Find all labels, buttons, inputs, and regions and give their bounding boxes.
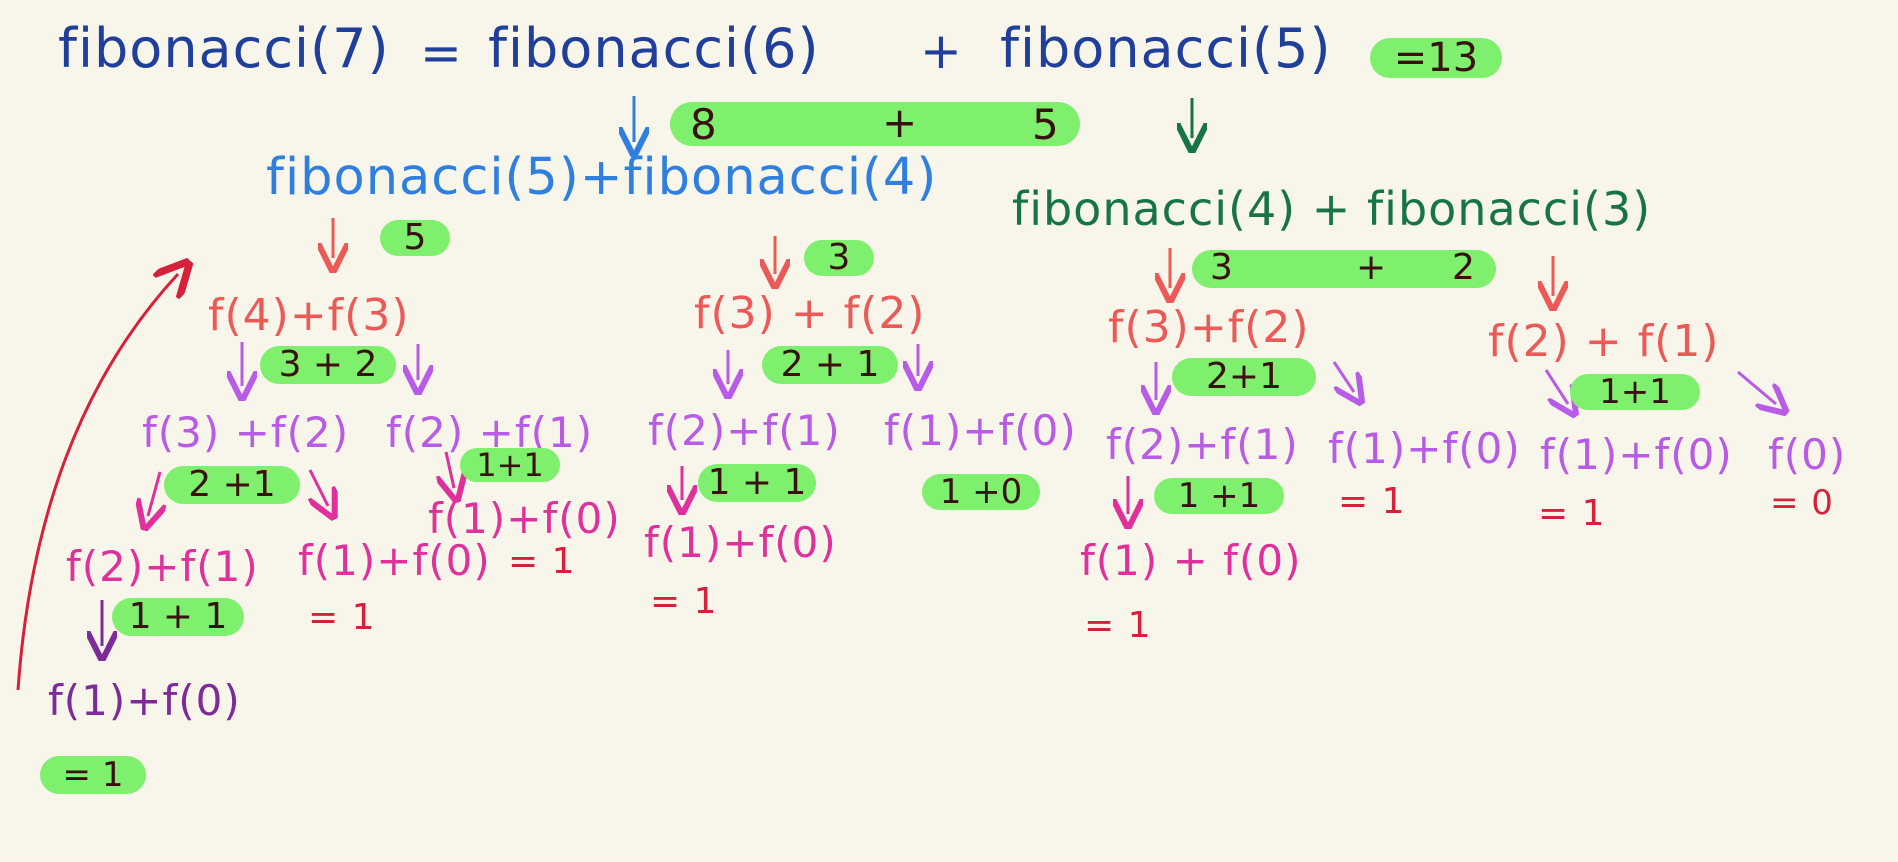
level2-result-c-plus: +	[1356, 247, 1388, 288]
level3-sum-1: 3 + 2	[260, 346, 396, 384]
level3-sum-3: 2+1	[1172, 358, 1316, 396]
level5-value-2: = 1	[308, 597, 376, 638]
level2-result-a: 5	[380, 220, 450, 256]
top-sum-plus: +	[882, 98, 919, 147]
level4-node-3: f(2)+f(1)	[648, 406, 841, 455]
level4-node-8: f(0)	[1768, 430, 1847, 479]
level2-result-c-a: 3	[1210, 247, 1234, 288]
level5-node-5: f(1) + f(0)	[1080, 536, 1302, 585]
top-term-a: fibonacci(6)	[488, 17, 820, 80]
level2-right: fibonacci(4) + fibonacci(3)	[1012, 182, 1652, 236]
level4-node-1: f(3) +f(2)	[142, 408, 350, 457]
arrow-pink-3	[446, 451, 454, 488]
top-sum-a: 8	[690, 100, 718, 149]
whiteboard: fibonacci(7) = fibonacci(6) + fibonacci(…	[0, 0, 1898, 862]
level4-value-8: = 0	[1770, 483, 1834, 523]
level5-value-4: = 1	[650, 581, 718, 622]
top-lhs: fibonacci(7)	[58, 17, 390, 80]
level4-node-7: f(1)+f(0)	[1540, 430, 1733, 479]
level3-node-3: f(3)+f(2)	[1108, 302, 1310, 353]
level2-result-b: 3	[804, 240, 874, 276]
level3-node-1: f(4)+f(3)	[208, 290, 410, 341]
level3-node-2: f(3) + f(2)	[694, 288, 926, 339]
arrow-pink-2	[310, 469, 328, 506]
level2-result-c-b: 2	[1452, 247, 1476, 288]
level5-node-4: f(1)+f(0)	[644, 518, 837, 567]
level2-left: fibonacci(5)+fibonacci(4)	[266, 148, 938, 207]
level4-value-6: = 1	[1338, 481, 1406, 522]
top-plus: +	[920, 22, 963, 80]
arrow-violet-7	[1544, 369, 1568, 404]
level6-value-1: = 1	[40, 756, 146, 794]
top-sum-b: 5	[1032, 100, 1060, 149]
level4-sum-1: 2 +1	[164, 466, 300, 504]
level4-node-4: f(1)+f(0)	[884, 406, 1077, 455]
level4-node-5: f(2)+f(1)	[1106, 420, 1299, 469]
top-term-b: fibonacci(5)	[1000, 17, 1332, 80]
top-result-badge: =13	[1370, 38, 1502, 78]
level4-value-7: = 1	[1538, 493, 1606, 534]
level4-node-6: f(1)+f(0)	[1328, 424, 1521, 473]
level2-result-c-bar: 3 + 2	[1192, 250, 1496, 288]
level4-sum-5: 1 +1	[1154, 478, 1284, 514]
level5-node-2: f(1)+f(0)	[298, 536, 491, 585]
level5-value-5: = 1	[1084, 605, 1152, 646]
top-sum-bar: 8 + 5	[670, 102, 1080, 146]
arrow-pink-1	[148, 471, 160, 516]
arrow-violet-8	[1737, 370, 1776, 404]
level3-sum-2: 2 + 1	[762, 346, 898, 384]
level5-node-1: f(2)+f(1)	[66, 542, 259, 591]
level5-sum-1: 1 + 1	[112, 598, 244, 636]
level4-sum-2: 1+1	[460, 448, 560, 482]
top-equals: =	[420, 24, 463, 82]
level3-sum-4: 1+1	[1570, 374, 1700, 410]
level4-sum-3: 1 + 1	[698, 464, 816, 502]
arrow-violet-6	[1332, 361, 1354, 392]
level5-node-3: f(1)+f(0)	[428, 494, 621, 543]
level5-value-3: = 1	[508, 541, 576, 582]
level3-node-4: f(2) + f(1)	[1488, 316, 1720, 367]
level6-node-1: f(1)+f(0)	[48, 676, 241, 725]
level4-sum-4: 1 +0	[922, 474, 1040, 510]
